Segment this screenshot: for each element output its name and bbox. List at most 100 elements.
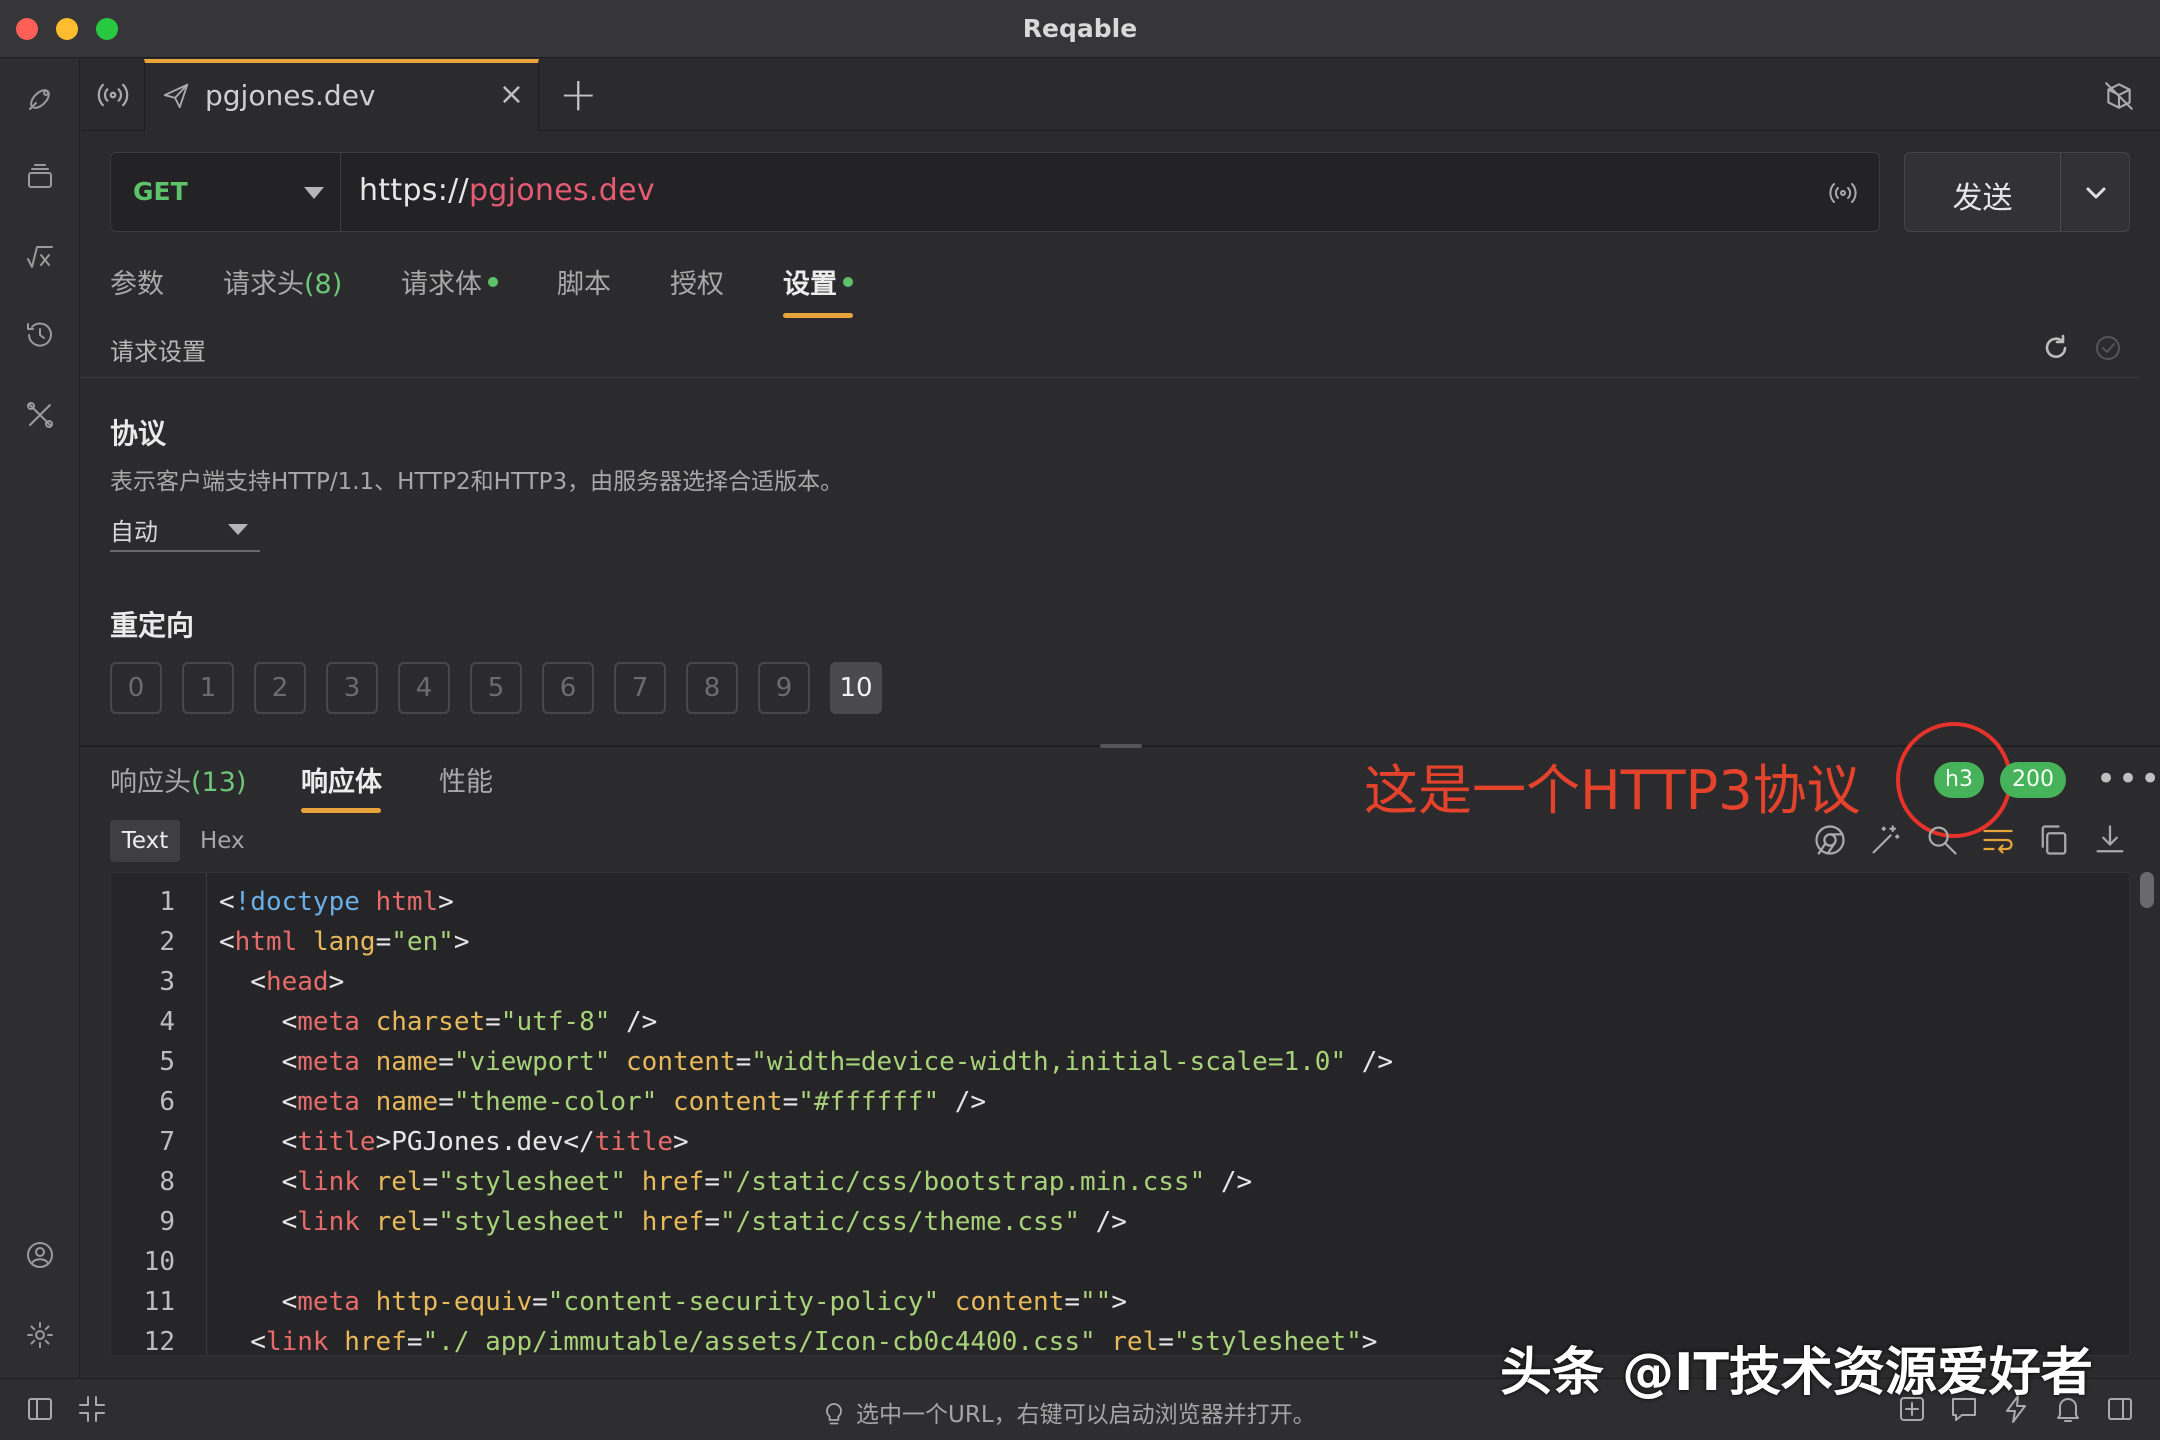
caret-down-icon <box>228 524 248 535</box>
chevron-down-icon[interactable] <box>2080 177 2112 209</box>
active-tab-indicator <box>301 808 381 813</box>
protocol-badge: h3 <box>1934 762 1984 798</box>
line-number: 8 <box>159 1167 175 1197</box>
tab-headers[interactable]: 请求头(8) <box>223 262 342 301</box>
vertical-scrollbar[interactable] <box>2140 872 2154 908</box>
code-line: <meta name="viewport" content="width=dev… <box>219 1047 1394 1077</box>
tab-pgjones[interactable]: pgjones.dev × <box>144 59 539 131</box>
line-number: 7 <box>159 1127 175 1157</box>
status-hint-text: 选中一个URL，右键可以启动浏览器并打开。 <box>856 1402 1316 1428</box>
search-icon[interactable] <box>1924 822 1960 858</box>
redirect-option-8[interactable]: 8 <box>686 662 738 714</box>
line-number: 5 <box>159 1047 175 1077</box>
code-line: <head> <box>219 967 345 997</box>
tab-script[interactable]: 脚本 <box>557 262 611 301</box>
tab-params[interactable]: 参数 <box>110 262 164 301</box>
code-line: <link href="./_app/immutable/assets/Icon… <box>219 1327 1378 1356</box>
tab-headers-label: 请求头 <box>223 269 304 300</box>
settings-icon[interactable] <box>22 1317 58 1353</box>
title-bar: Reqable <box>0 0 2160 58</box>
pane-resize-handle[interactable] <box>1100 744 1142 748</box>
format-text-button[interactable]: Text <box>110 820 180 862</box>
method-label: GET <box>133 177 188 206</box>
function-icon[interactable] <box>22 239 58 275</box>
send-plane-icon <box>161 81 191 111</box>
tab-response-headers-label: 响应头 <box>110 767 191 798</box>
redirect-option-7[interactable]: 7 <box>614 662 666 714</box>
format-hex-button[interactable]: Hex <box>200 820 245 862</box>
tab-label: pgjones.dev <box>205 79 376 112</box>
code-line: <meta http-equiv="content-security-polic… <box>219 1287 1127 1317</box>
redirect-option-9[interactable]: 9 <box>758 662 810 714</box>
redirect-option-2[interactable]: 2 <box>254 662 306 714</box>
add-tab-button[interactable]: + <box>559 67 598 121</box>
status-badge: 200 <box>2000 762 2066 798</box>
refresh-icon[interactable] <box>2040 332 2072 364</box>
request-settings-header: 请求设置 <box>80 322 2140 378</box>
account-icon[interactable] <box>22 1237 58 1273</box>
redirect-option-5[interactable]: 5 <box>470 662 522 714</box>
tab-response-headers-count: (13) <box>191 767 247 798</box>
line-number: 1 <box>159 887 175 917</box>
copy-icon[interactable] <box>2036 822 2072 858</box>
wrap-lines-icon[interactable] <box>1980 822 2016 858</box>
line-number-gutter: 1 2 3 4 5 6 7 8 9 10 11 12 <box>111 873 207 1356</box>
tab-body[interactable]: 请求体 <box>401 262 498 301</box>
tab-settings-label: 设置 <box>783 269 837 300</box>
satellite-icon[interactable] <box>22 81 58 117</box>
tab-response-body[interactable]: 响应体 <box>301 760 382 799</box>
history-icon[interactable] <box>22 317 58 353</box>
broadcast-icon[interactable] <box>1827 177 1859 209</box>
tab-settings[interactable]: 设置 <box>783 262 853 301</box>
line-number: 4 <box>159 1007 175 1037</box>
box-off-icon[interactable] <box>2102 79 2136 113</box>
broadcast-icon[interactable] <box>95 77 131 113</box>
sidebar-toggle-icon[interactable] <box>24 1393 56 1425</box>
window-title: Reqable <box>1022 14 1138 43</box>
code-line: <html lang="en"> <box>219 927 470 957</box>
send-button[interactable]: 发送 <box>1904 152 2130 232</box>
redirect-option-1[interactable]: 1 <box>182 662 234 714</box>
code-line: <meta charset="utf-8" /> <box>219 1007 658 1037</box>
url-bar: GET https://pgjones.dev <box>110 152 1880 232</box>
status-hint: 选中一个URL，右键可以启动浏览器并打开。 <box>820 1395 1316 1433</box>
protocol-heading: 协议 <box>110 417 167 450</box>
panel-icon[interactable] <box>2104 1393 2136 1425</box>
url-scheme: https:// <box>359 173 469 208</box>
redirect-option-0[interactable]: 0 <box>110 662 162 714</box>
tools-icon[interactable] <box>22 397 58 433</box>
tab-auth[interactable]: 授权 <box>670 262 724 301</box>
method-select[interactable]: GET <box>111 153 341 231</box>
section-title: 请求设置 <box>110 338 206 366</box>
code-line: <meta name="theme-color" content="#fffff… <box>219 1087 987 1117</box>
url-input[interactable]: https://pgjones.dev <box>359 173 655 208</box>
tab-headers-count: (8) <box>304 269 343 300</box>
watermark: 头条 @IT技术资源爱好者 <box>1500 1343 2093 1403</box>
download-icon[interactable] <box>2092 822 2128 858</box>
line-number: 9 <box>159 1207 175 1237</box>
active-tab-indicator <box>783 313 853 318</box>
collapse-icon[interactable] <box>76 1393 108 1425</box>
line-number: 2 <box>159 927 175 957</box>
redirect-option-3[interactable]: 3 <box>326 662 378 714</box>
layers-icon[interactable] <box>22 159 58 195</box>
caret-down-icon <box>304 187 324 199</box>
protocol-select[interactable]: 自动 <box>110 510 260 552</box>
tab-close-icon[interactable]: × <box>499 77 524 112</box>
code-line: <link rel="stylesheet" href="/static/css… <box>219 1167 1253 1197</box>
tab-performance[interactable]: 性能 <box>439 760 493 799</box>
redirect-option-10[interactable]: 10 <box>830 662 882 714</box>
send-label: 发送 <box>1952 181 2013 216</box>
redirect-option-4[interactable]: 4 <box>398 662 450 714</box>
line-number: 12 <box>143 1327 175 1356</box>
more-icon[interactable]: ••• <box>2096 762 2160 796</box>
magic-wand-icon[interactable] <box>1868 822 1904 858</box>
response-body-viewer[interactable]: 1 2 3 4 5 6 7 8 9 10 11 12 <!doctype htm… <box>110 872 2130 1356</box>
line-number: 3 <box>159 967 175 997</box>
chrome-icon[interactable] <box>1812 822 1848 858</box>
send-divider <box>2060 153 2061 231</box>
tab-strip: pgjones.dev × + <box>81 59 2160 131</box>
redirect-option-6[interactable]: 6 <box>542 662 594 714</box>
check-circle-icon[interactable] <box>2092 332 2124 364</box>
tab-response-headers[interactable]: 响应头(13) <box>110 760 246 799</box>
